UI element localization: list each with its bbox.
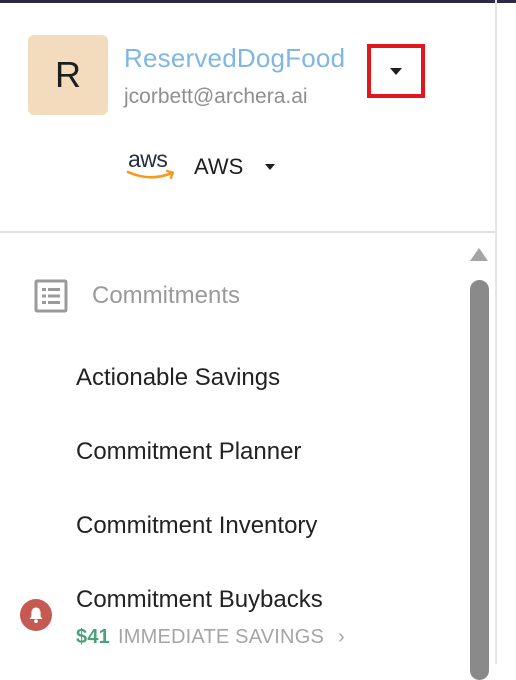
- nav-item-commitment-planner[interactable]: Commitment Planner: [76, 438, 301, 466]
- aws-logo: aws: [126, 146, 178, 187]
- account-dropdown-button[interactable]: [367, 44, 425, 98]
- scroll-up-arrow[interactable]: [470, 248, 488, 261]
- cloud-provider-label: AWS: [194, 154, 244, 179]
- nav-item-commitment-inventory[interactable]: Commitment Inventory: [76, 512, 317, 540]
- aws-smile-icon: [126, 169, 175, 180]
- sidebar-border: [495, 0, 497, 664]
- avatar-initial: R: [55, 54, 81, 95]
- section-label: Commitments: [92, 282, 241, 309]
- nav-item-actionable-savings[interactable]: Actionable Savings: [76, 364, 280, 392]
- chevron-down-icon: [265, 164, 276, 170]
- header-divider: [0, 231, 495, 233]
- scrollbar-thumb[interactable]: [470, 280, 489, 680]
- avatar: R: [28, 35, 108, 115]
- savings-label: IMMEDIATE SAVINGS: [117, 626, 325, 648]
- account-name[interactable]: ReservedDogFood: [124, 43, 345, 74]
- nav-item-commitment-buybacks[interactable]: Commitment Buybacks: [76, 586, 323, 614]
- caret-down-icon: [390, 67, 402, 75]
- savings-amount: $41: [76, 626, 110, 648]
- account-email: jcorbett@archera.ai: [124, 85, 308, 108]
- notification-badge[interactable]: [20, 599, 52, 631]
- list-icon: [34, 279, 68, 313]
- section-commitments[interactable]: Commitments: [34, 278, 240, 314]
- cloud-provider-selector[interactable]: aws AWS: [126, 146, 276, 187]
- chevron-right-icon: ›: [338, 626, 345, 648]
- buybacks-savings-summary[interactable]: $41 IMMEDIATE SAVINGS ›: [76, 626, 345, 649]
- bell-icon: [29, 607, 43, 623]
